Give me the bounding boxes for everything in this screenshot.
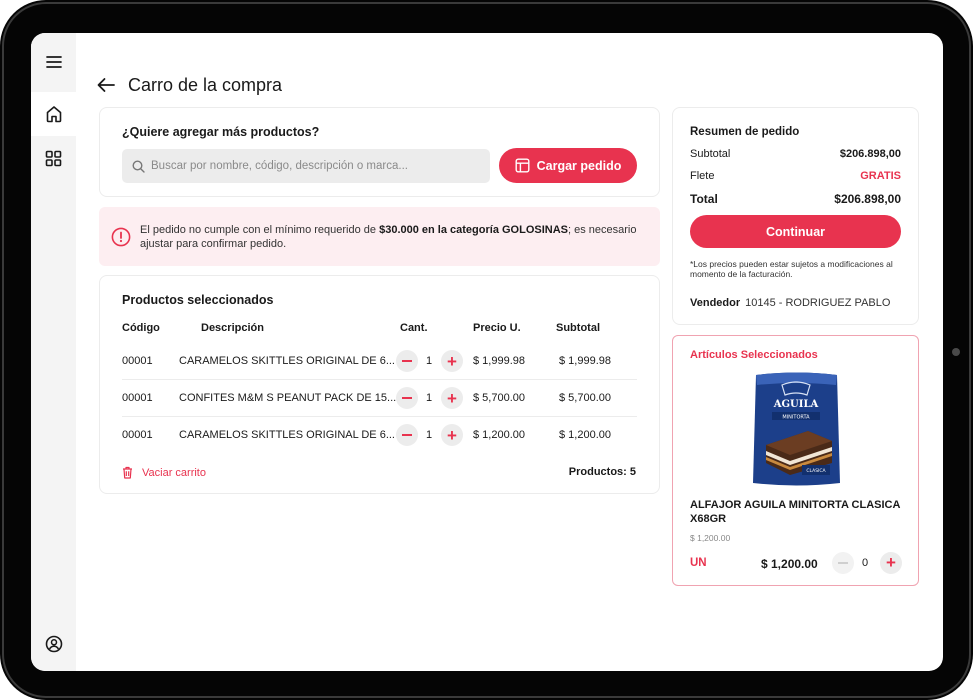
sidebar-item-catalog[interactable] xyxy=(31,136,76,180)
decrease-qty-button[interactable] xyxy=(396,424,418,446)
article-unit: UN xyxy=(690,557,707,569)
row-code: 00001 xyxy=(122,392,153,404)
freight-label: Flete xyxy=(690,170,715,182)
alert-text-highlight: $30.000 en la categoría GOLOSINAS xyxy=(379,224,569,236)
empty-cart-label: Vaciar carrito xyxy=(142,466,206,479)
seller-label: Vendedor xyxy=(690,297,741,309)
subtotal-value: $206.898,00 xyxy=(839,148,901,160)
search-icon xyxy=(132,159,145,173)
increase-qty-button[interactable] xyxy=(441,350,463,372)
sidebar xyxy=(31,33,76,671)
row-unit-price: $ 1,200.00 xyxy=(473,429,525,441)
trash-icon xyxy=(123,466,132,479)
user-circle-icon xyxy=(45,635,62,653)
row-subtotal: $ 5,700.00 xyxy=(559,392,611,404)
sidebar-item-home[interactable] xyxy=(31,92,76,136)
subtotal-label: Subtotal xyxy=(690,148,731,160)
row-description: CARAMELOS SKITTLES ORIGINAL DE 6... xyxy=(179,355,395,367)
row-description: CARAMELOS SKITTLES ORIGINAL DE 6... xyxy=(179,429,395,441)
table-row: 00001 CARAMELOS SKITTLES ORIGINAL DE 6..… xyxy=(122,343,637,380)
package-brand: AGUILA xyxy=(773,399,819,410)
continue-button[interactable]: Continuar xyxy=(690,215,901,248)
hamburger-icon xyxy=(45,56,62,68)
sidebar-item-profile[interactable] xyxy=(31,622,76,666)
selected-article-title: Artículos Seleccionados xyxy=(690,349,818,361)
total-value: $206.898,00 xyxy=(834,192,901,206)
alert-text-prefix: El pedido no cumple con el mínimo requer… xyxy=(140,224,380,236)
alert-message: El pedido no cumple con el mínimo requer… xyxy=(140,223,640,251)
article-price: $ 1,200.00 xyxy=(761,557,818,571)
article-qty: 0 xyxy=(862,557,869,569)
summary-total-row: Total $206.898,00 xyxy=(690,192,901,206)
add-products-card: ¿Quiere agregar más productos? Cargar pe… xyxy=(99,107,660,197)
summary-freight-row: Flete GRATIS xyxy=(690,170,901,182)
col-description: Descripción xyxy=(201,322,264,334)
products-count: Productos: 5 xyxy=(568,466,636,478)
tablet-button xyxy=(952,348,960,356)
article-increase-button[interactable] xyxy=(880,552,902,574)
freight-value: GRATIS xyxy=(860,170,901,182)
app-screen: Carro de la compra ¿Quiere agregar más p… xyxy=(31,33,943,671)
grid-icon xyxy=(45,150,62,166)
menu-button[interactable] xyxy=(31,40,76,84)
table-row: 00001 CONFITES M&M S PEANUT PACK DE 15..… xyxy=(122,380,637,417)
order-summary-card: Resumen de pedido Subtotal $206.898,00 F… xyxy=(672,107,919,325)
package-subtitle: MINITORTA xyxy=(782,415,810,421)
search-input[interactable] xyxy=(151,160,481,172)
selected-article-card: Artículos Seleccionados AGUILA MINITORTA… xyxy=(672,335,919,586)
price-disclaimer: *Los precios pueden estar sujetos a modi… xyxy=(690,259,893,279)
row-unit-price: $ 1,999.98 xyxy=(473,355,525,367)
load-order-label: Cargar pedido xyxy=(536,158,622,173)
summary-title: Resumen de pedido xyxy=(690,126,800,138)
row-qty: 1 xyxy=(426,429,433,441)
total-label: Total xyxy=(690,192,718,206)
col-qty: Cant. xyxy=(400,322,428,334)
product-image: AGUILA MINITORTA CLASICA xyxy=(753,372,840,486)
row-qty: 1 xyxy=(426,392,433,404)
minimum-order-alert: El pedido no cumple con el mínimo requer… xyxy=(99,207,660,266)
col-subtotal: Subtotal xyxy=(556,322,600,334)
row-unit-price: $ 5,700.00 xyxy=(473,392,525,404)
row-description: CONFITES M&M S PEANUT PACK DE 15... xyxy=(179,392,397,404)
row-code: 00001 xyxy=(122,429,153,441)
article-decrease-button[interactable] xyxy=(832,552,854,574)
decrease-qty-button[interactable] xyxy=(396,387,418,409)
page-title: Carro de la compra xyxy=(128,74,283,95)
decrease-qty-button[interactable] xyxy=(396,350,418,372)
load-order-button[interactable]: Cargar pedido xyxy=(499,148,637,183)
row-qty: 1 xyxy=(426,355,433,367)
alert-circle-icon xyxy=(111,227,131,247)
row-subtotal: $ 1,999.98 xyxy=(559,355,611,367)
col-unit-price: Precio U. xyxy=(473,322,521,334)
search-box[interactable] xyxy=(122,149,490,183)
tablet-frame: Carro de la compra ¿Quiere agregar más p… xyxy=(0,0,973,700)
add-products-title: ¿Quiere agregar más productos? xyxy=(122,125,320,139)
increase-qty-button[interactable] xyxy=(441,424,463,446)
empty-cart-button[interactable]: Vaciar carrito xyxy=(122,466,206,479)
col-code: Código xyxy=(122,322,160,334)
table-icon xyxy=(515,158,530,173)
back-arrow-icon[interactable] xyxy=(96,77,116,93)
row-code: 00001 xyxy=(122,355,153,367)
article-list-price: $ 1,200.00 xyxy=(690,533,731,543)
seller-info: Vendedor 10145 - RODRIGUEZ PABLO xyxy=(690,297,890,309)
selected-products-card: Productos seleccionados Código Descripci… xyxy=(99,275,660,494)
products-title: Productos seleccionados xyxy=(122,293,274,307)
summary-subtotal-row: Subtotal $206.898,00 xyxy=(690,148,901,160)
row-subtotal: $ 1,200.00 xyxy=(559,429,611,441)
page-header: Carro de la compra xyxy=(96,71,282,99)
home-icon xyxy=(46,106,61,123)
seller-value: 10145 - RODRIGUEZ PABLO xyxy=(745,297,891,309)
article-name: ALFAJOR AGUILA MINITORTA CLASICA X68GR xyxy=(690,499,901,525)
increase-qty-button[interactable] xyxy=(441,387,463,409)
table-row: 00001 CARAMELOS SKITTLES ORIGINAL DE 6..… xyxy=(122,417,637,454)
package-variant: CLASICA xyxy=(806,468,826,474)
